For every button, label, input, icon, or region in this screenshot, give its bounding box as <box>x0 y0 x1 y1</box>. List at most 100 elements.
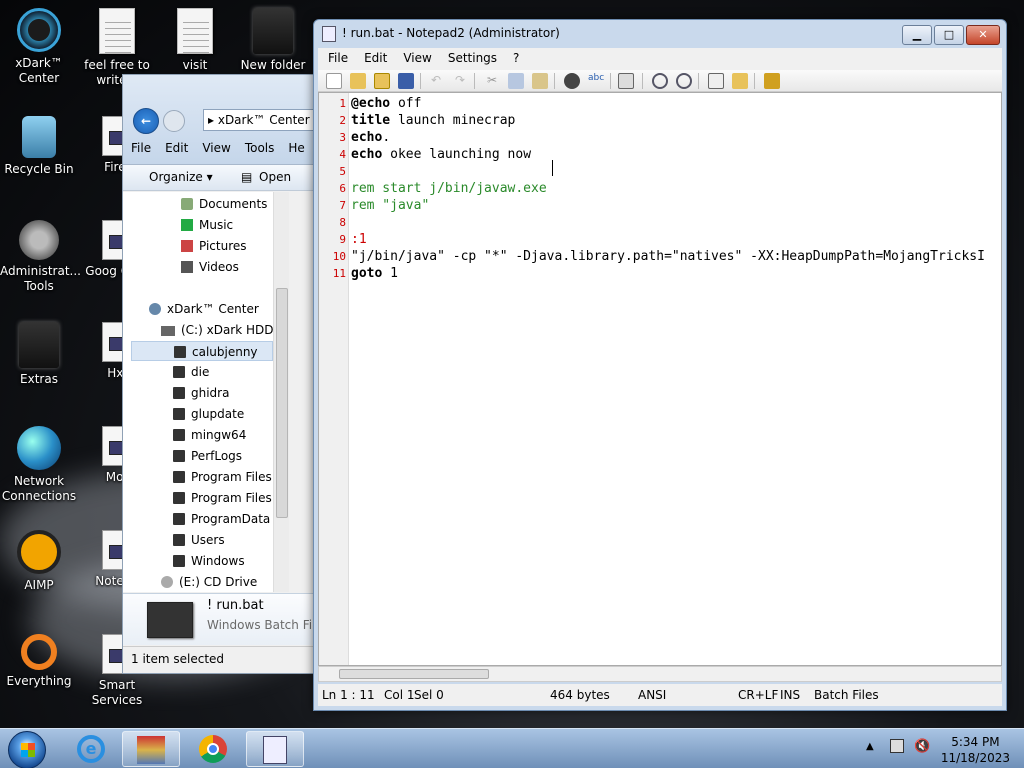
copy-icon[interactable] <box>508 73 524 89</box>
tree-item[interactable]: Program Files <box>173 467 272 487</box>
tree-item[interactable]: Documents <box>181 194 267 214</box>
desktop-icon[interactable]: Administrat... Tools <box>0 220 81 294</box>
menu-help[interactable]: He <box>288 141 304 155</box>
tree-item[interactable]: Windows <box>173 551 245 571</box>
show-hidden-icons-icon[interactable]: ▲ <box>866 741 874 752</box>
notepad-titlebar[interactable]: ! run.bat - Notepad2 (Administrator) ▁ □… <box>314 20 1006 48</box>
code-line: echo okee launching now <box>351 147 532 162</box>
code-editor[interactable]: 1 2 3 4 5 6 7 8 9 10 11 @echo off title launch mine… <box>318 92 1002 666</box>
exit-icon[interactable] <box>764 73 780 89</box>
desktop-icon-label: New folder <box>240 58 306 72</box>
vid-icon <box>181 261 193 273</box>
tree-item[interactable]: Users <box>173 530 225 550</box>
open-icon[interactable]: ▤ <box>241 170 252 184</box>
code-line: title launch minecrap <box>351 113 516 128</box>
notepad-statusbar: Ln 1 : 11 Col 1 Sel 0 464 bytes ANSI CR+… <box>318 684 1002 706</box>
desktop-icon[interactable]: Everything <box>0 634 78 689</box>
volume-muted-icon[interactable]: 🔇 <box>914 739 930 754</box>
goto-icon[interactable] <box>618 73 634 89</box>
desktop-icon[interactable]: AIMP <box>0 530 78 593</box>
customize-scheme-icon[interactable] <box>732 73 748 89</box>
scrollbar-thumb[interactable] <box>339 669 489 679</box>
desktop-icon[interactable]: New folder <box>234 8 312 73</box>
code-line: :1 <box>351 232 367 247</box>
notepad2-icon <box>263 736 287 764</box>
address-bar[interactable]: ▸ xDark™ Center <box>203 109 317 131</box>
clock-time: 5:34 PM <box>951 735 1000 749</box>
network-tray-icon[interactable] <box>890 739 904 753</box>
tree-item[interactable]: mingw64 <box>173 425 246 445</box>
tree-item-label: die <box>191 365 210 379</box>
desktop-icon[interactable]: Network Connections <box>0 426 78 504</box>
tree-item[interactable]: Pictures <box>181 236 247 256</box>
status-encoding: ANSI <box>638 688 667 702</box>
maximize-button[interactable]: □ <box>934 25 964 45</box>
taskbar: e ▲ 🔇 5:34 PM 11/18/2023 <box>0 728 1024 768</box>
menu-view[interactable]: View <box>403 51 431 67</box>
open-folder-icon[interactable] <box>350 73 366 89</box>
zoom-in-icon[interactable] <box>652 73 668 89</box>
menu-tools[interactable]: Tools <box>245 141 275 155</box>
new-file-icon[interactable] <box>326 73 342 89</box>
folder-icon <box>253 8 293 54</box>
tree-item[interactable]: xDark™ Center <box>149 299 259 319</box>
tree-scrollbar[interactable] <box>273 192 289 592</box>
minimize-button[interactable]: ▁ <box>902 25 932 45</box>
cut-icon[interactable]: ✂ <box>484 73 500 89</box>
scrollbar-thumb[interactable] <box>276 288 288 518</box>
clock[interactable]: 5:34 PM 11/18/2023 <box>941 734 1010 766</box>
open-button[interactable]: Open <box>259 170 291 184</box>
horizontal-scrollbar[interactable] <box>318 666 1002 682</box>
tree-item-label: Pictures <box>199 239 247 253</box>
undo-icon[interactable]: ↶ <box>428 73 444 89</box>
details-pane: ! run.bat Windows Batch File <box>123 593 317 645</box>
tree-item[interactable]: Program Files ( <box>173 488 280 508</box>
tree-item[interactable]: (E:) CD Drive <box>161 572 257 592</box>
internet-explorer-button[interactable]: e <box>62 731 120 767</box>
tree-item[interactable]: Videos <box>181 257 239 277</box>
tree-item[interactable]: glupdate <box>173 404 244 424</box>
organize-button[interactable]: Organize ▾ <box>149 170 213 184</box>
folder-icon <box>173 429 185 441</box>
zoom-out-icon[interactable] <box>676 73 692 89</box>
close-button[interactable]: ✕ <box>966 25 1000 45</box>
code-line: echo. <box>351 130 391 145</box>
notepad2-taskbar-button[interactable] <box>246 731 304 767</box>
menu-view[interactable]: View <box>202 141 230 155</box>
back-arrow-icon[interactable]: ← <box>133 108 159 134</box>
tree-item[interactable]: die <box>173 362 209 382</box>
tree-item[interactable]: ghidra <box>173 383 229 403</box>
desktop-icon[interactable]: xDark™ Center <box>0 8 78 86</box>
desktop-icon[interactable]: Extras <box>0 322 78 387</box>
menu-edit[interactable]: Edit <box>364 51 387 67</box>
desktop-icon[interactable]: visit <box>156 8 234 73</box>
replace-icon[interactable]: abc <box>588 73 604 89</box>
menu-help[interactable]: ? <box>513 51 519 67</box>
notepad-window[interactable]: ! run.bat - Notepad2 (Administrator) ▁ □… <box>313 19 1007 711</box>
menu-edit[interactable]: Edit <box>165 141 188 155</box>
start-button[interactable] <box>8 731 46 768</box>
find-icon[interactable] <box>564 73 580 89</box>
browse-icon[interactable] <box>374 73 390 89</box>
scheme-icon[interactable] <box>708 73 724 89</box>
pic-icon <box>181 240 193 252</box>
save-icon[interactable] <box>398 73 414 89</box>
chrome-button[interactable] <box>184 731 242 767</box>
paste-icon[interactable] <box>532 73 548 89</box>
tree-item[interactable]: calubjenny <box>131 341 273 361</box>
desktop-icon[interactable]: Recycle Bin <box>0 116 78 177</box>
tree-item[interactable]: PerfLogs <box>173 446 242 466</box>
code-line: rem "java" <box>351 198 430 213</box>
forward-arrow-icon[interactable] <box>163 110 185 132</box>
menu-file[interactable]: File <box>328 51 348 67</box>
tree-item[interactable]: Music <box>181 215 233 235</box>
menu-file[interactable]: File <box>131 141 151 155</box>
tree-item[interactable]: (C:) xDark HDD <box>161 320 274 340</box>
menu-settings[interactable]: Settings <box>448 51 497 67</box>
line-number: 11 <box>332 267 346 280</box>
redo-icon[interactable]: ↷ <box>452 73 468 89</box>
explorer-window[interactable]: ← ▸ xDark™ Center File Edit View Tools H… <box>122 74 318 674</box>
tree-item[interactable]: ProgramData <box>173 509 270 529</box>
archive-app-button[interactable] <box>122 731 180 767</box>
desktop-icon-label: Network Connections <box>1 474 77 503</box>
